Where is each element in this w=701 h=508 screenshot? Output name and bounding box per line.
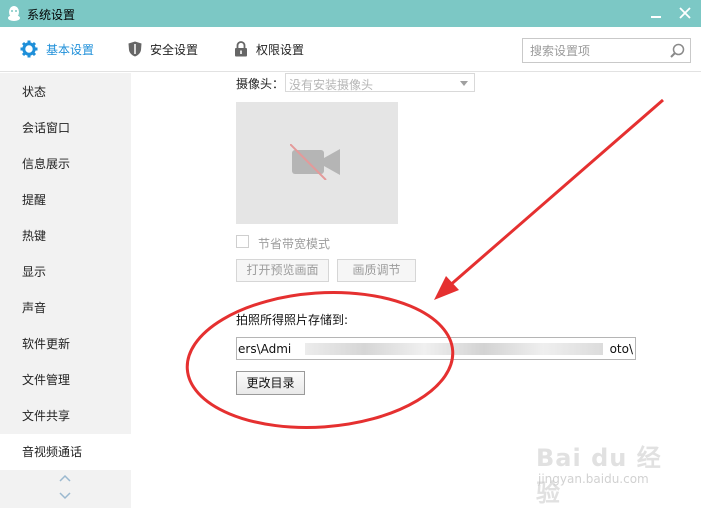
scroll-down-icon[interactable] [58,491,72,501]
redacted-path-blur [305,343,603,355]
photo-path-field[interactable]: ers\Admi oto\ [236,337,636,360]
close-icon[interactable] [677,5,693,21]
sidebar-item-status[interactable]: 状态 [0,74,131,110]
photo-save-label: 拍照所得照片存储到: [236,313,349,327]
gear-icon [20,40,38,58]
camera-select[interactable]: 没有安装摄像头 [285,73,475,92]
minimize-icon[interactable] [648,5,664,21]
path-text-start: ers\Admi [238,342,292,356]
camera-off-icon [290,144,340,180]
tab-label: 安全设置 [150,42,199,57]
tab-label: 基本设置 [46,42,95,57]
search-input[interactable] [523,39,663,62]
baidu-jingyan-watermark: Bai du 经验 jingyan.baidu.com [536,430,666,507]
change-directory-button[interactable]: 更改目录 [236,371,305,395]
quality-adjust-button[interactable]: 画质调节 [337,259,416,282]
tab-basic-settings[interactable]: 基本设置 [20,27,94,71]
sidebar-item-info-display[interactable]: 信息展示 [0,146,131,182]
lock-icon [235,41,247,57]
scroll-up-icon[interactable] [58,473,72,483]
bandwidth-label: 节省带宽模式 [258,237,331,251]
qq-penguin-icon [8,6,20,21]
sidebar-item-av-call[interactable]: 音视频通话 [0,434,131,470]
sidebar-item-display[interactable]: 显示 [0,254,131,290]
sidebar-item-file-sharing[interactable]: 文件共享 [0,398,131,434]
sidebar: 状态 会话窗口 信息展示 提醒 热键 显示 声音 软件更新 文件管理 文件共享 … [0,73,131,508]
top-navigation: 基本设置 安全设置 权限设置 [0,27,701,72]
window-title: 系统设置 [27,8,76,22]
dropdown-arrow-icon [460,81,468,86]
sidebar-item-reminder[interactable]: 提醒 [0,182,131,218]
tab-permission-settings[interactable]: 权限设置 [234,27,304,71]
shield-icon [128,41,142,57]
path-text-end: oto\ [609,342,633,356]
search-box[interactable] [522,38,691,63]
tab-security-settings[interactable]: 安全设置 [128,27,198,71]
sidebar-item-hotkey[interactable]: 热键 [0,218,131,254]
camera-label: 摄像头： [236,77,285,91]
sidebar-item-sound[interactable]: 声音 [0,290,131,326]
tab-label: 权限设置 [256,42,305,57]
open-preview-button[interactable]: 打开预览画面 [236,259,329,282]
bandwidth-checkbox[interactable] [236,235,249,248]
camera-preview [236,102,398,224]
watermark-url: jingyan.baidu.com [538,472,649,486]
search-icon[interactable] [668,42,686,60]
camera-select-value: 没有安装摄像头 [289,78,374,92]
sidebar-item-software-update[interactable]: 软件更新 [0,326,131,362]
title-bar: 系统设置 [0,0,701,27]
sidebar-item-file-management[interactable]: 文件管理 [0,362,131,398]
sidebar-item-chat-window[interactable]: 会话窗口 [0,110,131,146]
